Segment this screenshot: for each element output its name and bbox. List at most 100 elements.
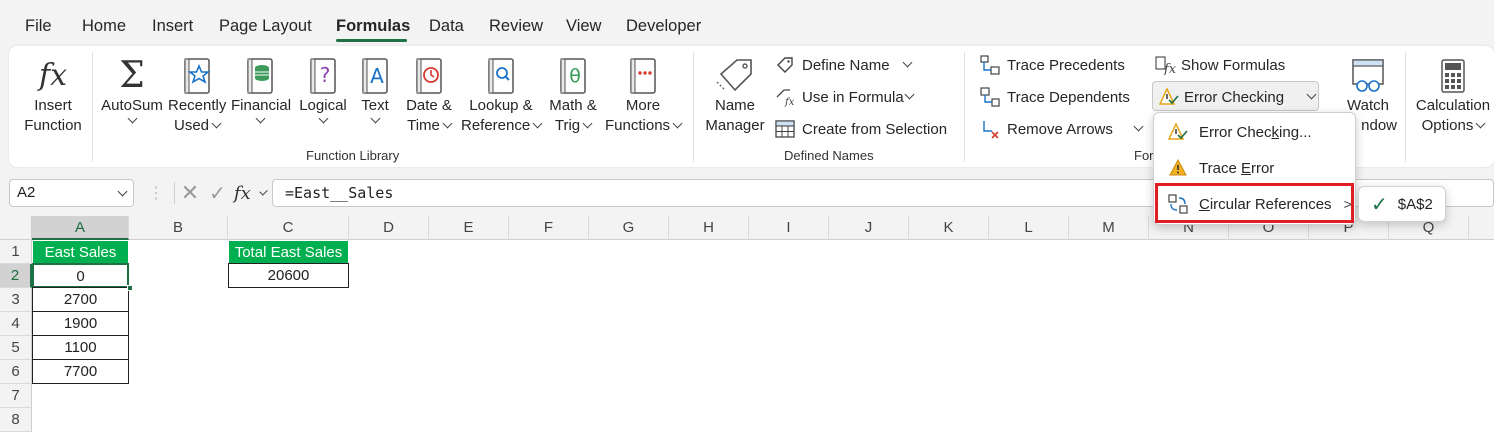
row-header[interactable]: 2 <box>0 264 32 288</box>
divider <box>964 52 965 162</box>
drag-handle-icon[interactable]: ⋮ <box>148 183 164 203</box>
watch-window-icon <box>1339 56 1397 96</box>
sigma-icon: Σ <box>119 55 145 96</box>
column-header[interactable] <box>1469 216 1494 240</box>
column-header[interactable]: A <box>32 216 129 240</box>
column-header[interactable]: L <box>989 216 1069 240</box>
menu-page-layout[interactable]: Page Layout <box>219 17 312 36</box>
name-manager-label-2: Manager <box>705 117 765 134</box>
math-trig-button[interactable]: θ Math & Trig <box>545 56 601 136</box>
use-in-formula-label: Use in Formula <box>802 88 904 106</box>
show-formulas-button[interactable]: fx Show Formulas <box>1155 54 1285 76</box>
name-box-value: A2 <box>17 184 36 201</box>
name-tag-icon <box>703 56 767 96</box>
defined-names-group-label: Defined Names <box>784 148 874 163</box>
row-header[interactable]: 4 <box>0 312 32 336</box>
menu-developer[interactable]: Developer <box>626 17 701 36</box>
more-functions-label-2: Functions <box>605 116 683 136</box>
row-header[interactable]: 3 <box>0 288 32 312</box>
menu-formulas[interactable]: Formulas <box>336 17 410 36</box>
column-header[interactable]: G <box>589 216 669 240</box>
column-header[interactable]: I <box>749 216 829 240</box>
menu-item-trace-error[interactable]: Trace Error <box>1154 151 1355 185</box>
insert-function-button[interactable]: fx Insert Function <box>23 56 83 136</box>
text-button[interactable]: A Text <box>357 56 393 125</box>
column-header[interactable]: E <box>429 216 509 240</box>
lookup-label-2: Reference <box>461 116 543 136</box>
menu-data[interactable]: Data <box>429 17 464 36</box>
row-header[interactable]: 1 <box>0 240 32 264</box>
column-header[interactable]: B <box>129 216 228 240</box>
column-header[interactable]: D <box>349 216 429 240</box>
formula-auditing-group-label: For <box>1134 148 1154 163</box>
menu-home[interactable]: Home <box>82 17 126 36</box>
clock-book-icon <box>401 56 457 96</box>
cancel-icon[interactable]: ✕ <box>181 180 199 206</box>
calculation-options-button[interactable]: Calculation Options <box>1413 56 1493 136</box>
row-header[interactable]: 7 <box>0 384 32 408</box>
row-header[interactable]: 6 <box>0 360 32 384</box>
cell-c1[interactable]: Total East Sales <box>228 240 349 264</box>
select-all-corner[interactable] <box>0 216 32 240</box>
lookup-reference-button[interactable]: Lookup & Reference <box>461 56 543 136</box>
menu-review[interactable]: Review <box>489 17 543 36</box>
cell-a4[interactable]: 1900 <box>32 311 129 336</box>
chevron-down-icon[interactable] <box>117 186 128 197</box>
trace-dependents-button[interactable]: Trace Dependents <box>979 86 1130 108</box>
svg-text:?: ? <box>320 63 331 87</box>
chevron-down-icon[interactable] <box>259 186 268 196</box>
math-label-1: Math & <box>549 97 597 114</box>
trace-dependents-label: Trace Dependents <box>1007 88 1130 106</box>
column-header[interactable]: J <box>829 216 909 240</box>
function-library-group-label: Function Library <box>306 148 400 163</box>
autosum-button[interactable]: Σ AutoSum <box>101 56 163 125</box>
warning-check-icon <box>1158 86 1180 108</box>
cell-a5[interactable]: 1100 <box>32 335 129 360</box>
column-header[interactable]: K <box>909 216 989 240</box>
financial-button[interactable]: Financial <box>231 56 291 125</box>
svg-text:θ: θ <box>569 65 581 87</box>
cell-a1[interactable]: East Sales <box>32 240 129 264</box>
column-header[interactable]: C <box>228 216 349 240</box>
insert-function-icon[interactable]: fx <box>234 183 251 204</box>
date-time-button[interactable]: Date & Time <box>401 56 457 136</box>
column-header[interactable]: M <box>1069 216 1149 240</box>
lookup-label-1: Lookup & <box>469 97 533 114</box>
circular-reference-cell[interactable]: $A$2 <box>1398 196 1433 213</box>
trace-precedents-button[interactable]: Trace Precedents <box>979 54 1125 76</box>
check-icon: ✓ <box>1371 193 1388 216</box>
remove-arrows-icon <box>979 118 1001 140</box>
name-manager-button[interactable]: Name Manager <box>703 56 767 136</box>
menu-view[interactable]: View <box>566 17 601 36</box>
enter-check-icon[interactable]: ✓ <box>209 181 226 206</box>
name-box[interactable]: A2 <box>9 179 134 207</box>
cell-a6[interactable]: 7700 <box>32 359 129 384</box>
create-from-selection-button[interactable]: Create from Selection <box>774 118 947 140</box>
calculation-options-label-1: Calculation <box>1415 97 1491 114</box>
formula-text: =East__Sales <box>285 184 394 202</box>
spreadsheet-grid: A B C D E F G H I J K L M N O P Q 1 2 3 … <box>0 216 1494 432</box>
cell-a3[interactable]: 2700 <box>32 287 129 312</box>
table-select-icon <box>774 118 796 140</box>
svg-text:fx: fx <box>1163 62 1177 75</box>
highlight-box <box>1155 183 1354 223</box>
logical-button[interactable]: ? Logical <box>294 56 352 125</box>
cell-c2[interactable]: 20600 <box>228 263 349 288</box>
trace-precedents-icon <box>979 54 1001 76</box>
fill-handle[interactable] <box>127 285 133 291</box>
cell-a2[interactable]: 0 <box>32 263 129 288</box>
menu-file[interactable]: File <box>25 17 52 36</box>
menu-insert[interactable]: Insert <box>152 17 193 36</box>
column-header[interactable]: F <box>509 216 589 240</box>
menu-item-error-checking[interactable]: Error Checking... <box>1154 115 1355 149</box>
more-functions-button[interactable]: More Functions <box>605 56 683 136</box>
column-header[interactable]: H <box>669 216 749 240</box>
remove-arrows-button[interactable]: Remove Arrows <box>979 118 1144 140</box>
define-name-button[interactable]: Define Name <box>774 54 912 76</box>
error-checking-button-content[interactable]: Error Checking <box>1158 86 1317 108</box>
more-functions-label-1: More <box>625 97 661 114</box>
row-header[interactable]: 5 <box>0 336 32 360</box>
recently-used-button[interactable]: Recently Used <box>168 56 226 136</box>
row-header[interactable]: 8 <box>0 408 32 432</box>
use-in-formula-button[interactable]: fx Use in Formula <box>774 86 915 108</box>
